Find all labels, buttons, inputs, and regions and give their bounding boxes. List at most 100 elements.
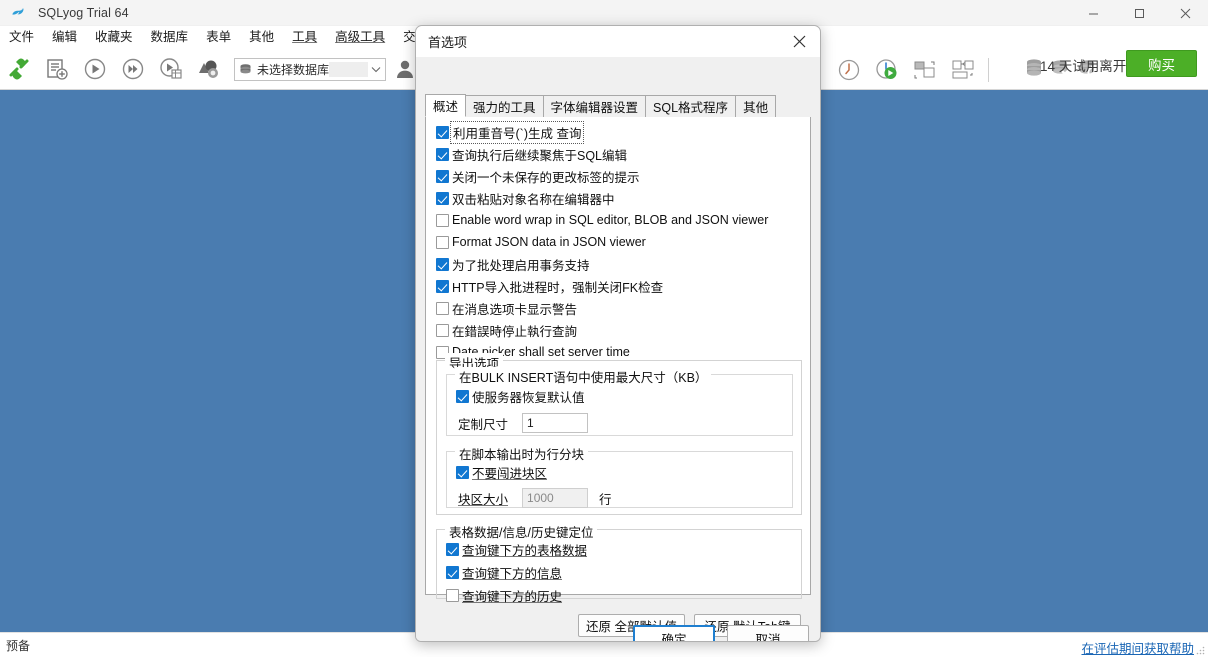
checkbox-row-dblclick-paste[interactable]: 双击粘贴对象名称在编辑器中 <box>436 189 806 207</box>
checkbox-label-format-json: Format JSON data in JSON viewer <box>452 235 646 249</box>
preferences-dialog: 首选项 概述 强力的工具 字体编辑器设置 SQL格式程序 其他 利用重音号(`)… <box>415 25 821 642</box>
keys-location-title: 表格数据/信息/历史键定位 <box>445 522 598 541</box>
menu-favorites[interactable]: 收藏夹 <box>86 27 142 48</box>
minimize-button[interactable] <box>1070 0 1116 26</box>
checkbox-row-batch-transaction[interactable]: 为了批处理启用事务支持 <box>436 255 806 273</box>
tab-font-editor[interactable]: 字体编辑器设置 <box>542 95 647 117</box>
chunk-size-input[interactable] <box>522 488 589 508</box>
checkbox-row-key-history[interactable]: 查询键下方的历史 <box>446 586 801 604</box>
menu-tools[interactable]: 工具 <box>283 27 326 48</box>
tab-other[interactable]: 其他 <box>735 95 777 117</box>
checkbox-key-table-data[interactable] <box>446 542 459 556</box>
toolbar-right-group <box>830 49 995 90</box>
close-button[interactable] <box>1162 0 1208 26</box>
window-controls <box>1070 0 1208 26</box>
checkbox-key-info[interactable] <box>446 565 459 579</box>
database-selector-shade <box>329 61 368 77</box>
checkbox-row-prompt-unsaved[interactable]: 关闭一个未保存的更改标签的提示 <box>436 167 806 185</box>
checkbox-http-fk-check[interactable] <box>436 279 449 293</box>
bulk-insert-group: 在BULK INSERT语句中使用最大尺寸（KB） 使服务器恢复默认值 定制尺寸 <box>446 367 793 436</box>
title-bar: SQLyog Trial 64 <box>0 0 1208 26</box>
window-title: SQLyog Trial 64 <box>38 5 129 20</box>
checkbox-no-chunk[interactable] <box>456 465 469 479</box>
checkbox-row-format-json[interactable]: Format JSON data in JSON viewer <box>436 233 806 251</box>
checkbox-label-dblclick-paste: 双击粘贴对象名称在编辑器中 <box>452 192 615 207</box>
resize-grip-icon[interactable] <box>1194 643 1206 655</box>
checkbox-row-no-chunk[interactable]: 不要闯进块区 <box>456 463 792 481</box>
chevron-down-icon[interactable] <box>368 66 386 73</box>
checkbox-stop-on-error[interactable] <box>436 323 449 337</box>
menu-table[interactable]: 表单 <box>197 27 240 48</box>
checkbox-prompt-unsaved[interactable] <box>436 169 449 183</box>
tab-powertools[interactable]: 强力的工具 <box>465 95 544 117</box>
status-text: 预备 <box>6 638 31 653</box>
checkbox-label-stop-on-error: 在錯誤時停止執行查詢 <box>452 324 578 339</box>
menu-file[interactable]: 文件 <box>0 27 43 48</box>
menu-database[interactable]: 数据库 <box>142 27 198 48</box>
new-query-tab-icon[interactable] <box>40 52 74 86</box>
checkbox-dblclick-paste[interactable] <box>436 191 449 205</box>
menu-other[interactable]: 其他 <box>240 27 283 48</box>
checkbox-row-server-defaults[interactable]: 使服务器恢复默认值 <box>456 387 792 405</box>
dialog-title-bar: 首选项 <box>416 26 820 57</box>
application-window: SQLyog Trial 64 文件 编辑 收藏夹 数据库 表单 其他 工具 高… <box>0 0 1208 657</box>
custom-size-input[interactable] <box>522 413 589 433</box>
custom-size-label: 定制尺寸 <box>458 417 509 432</box>
toolbar-separator <box>988 57 989 82</box>
checkbox-label-key-table-data: 查询键下方的表格数据 <box>462 543 588 558</box>
database-icon <box>239 63 252 76</box>
checkbox-label-http-fk-check: HTTP导入批进程时，强制关闭FK检查 <box>452 280 664 295</box>
checkbox-backtick-queries[interactable] <box>436 125 449 139</box>
checkbox-keep-focus-sql[interactable] <box>436 147 449 161</box>
trial-status-group: 14 天试用离开 <box>1022 49 1126 90</box>
checkbox-row-key-info[interactable]: 查询键下方的信息 <box>446 563 801 581</box>
checkbox-row-word-wrap[interactable]: Enable word wrap in SQL editor, BLOB and… <box>436 211 806 229</box>
keys-location-group: 表格数据/信息/历史键定位 查询键下方的表格数据 查询键下方的信息 查询键下方的… <box>436 522 802 604</box>
trial-days-text: 14 天试用离开 <box>1040 59 1127 74</box>
checkbox-row-key-table-data[interactable]: 查询键下方的表格数据 <box>446 540 801 558</box>
export-options-group: 导出选项 在BULK INSERT语句中使用最大尺寸（KB） 使服务器恢复默认值… <box>436 353 802 515</box>
checkbox-show-warnings[interactable] <box>436 301 449 315</box>
checkbox-label-server-defaults: 使服务器恢复默认值 <box>472 390 585 405</box>
execute-query-and-edit-icon[interactable] <box>154 52 188 86</box>
ok-button[interactable]: 确定 <box>633 625 715 641</box>
database-selector[interactable]: 未选择数据库 <box>234 57 386 81</box>
menu-powertools[interactable]: 高级工具 <box>326 27 394 48</box>
tile-vertical-icon[interactable] <box>946 53 980 87</box>
checkbox-batch-transaction[interactable] <box>436 257 449 271</box>
checkbox-key-history[interactable] <box>446 588 459 602</box>
custom-size-row: 定制尺寸 <box>458 413 792 433</box>
checkbox-format-json[interactable] <box>436 235 449 249</box>
checkbox-row-keep-focus-sql[interactable]: 查询执行后继续聚焦于SQL编辑 <box>436 145 806 163</box>
help-link[interactable]: 在评估期间获取帮助 <box>1081 638 1194 657</box>
query-history-icon[interactable] <box>832 53 866 87</box>
new-connection-icon[interactable] <box>2 52 36 86</box>
tab-overview[interactable]: 概述 <box>425 94 467 117</box>
execute-all-queries-icon[interactable] <box>116 52 150 86</box>
checkbox-server-defaults[interactable] <box>456 389 469 403</box>
chunk-size-unit: 行 <box>599 492 612 507</box>
checkbox-row-http-fk-check[interactable]: HTTP导入批进程时，强制关闭FK检查 <box>436 277 806 295</box>
tab-sql-formatter[interactable]: SQL格式程序 <box>645 95 737 117</box>
checkbox-row-show-warnings[interactable]: 在消息选项卡显示警告 <box>436 299 806 317</box>
dolphin-icon <box>6 1 30 25</box>
stop-query-icon[interactable] <box>192 52 226 86</box>
checkbox-row-stop-on-error[interactable]: 在錯誤時停止執行查詢 <box>436 321 806 339</box>
chunk-output-group: 在脚本输出时为行分块 不要闯进块区 块区大小 行 <box>446 444 793 508</box>
scheduled-query-icon[interactable] <box>870 53 904 87</box>
checkbox-row-backtick-queries[interactable]: 利用重音号(`)生成 查询 <box>436 120 806 144</box>
execute-query-icon[interactable] <box>78 52 112 86</box>
dialog-tabs: 概述 强力的工具 字体编辑器设置 SQL格式程序 其他 <box>425 94 811 118</box>
maximize-button[interactable] <box>1116 0 1162 26</box>
close-icon[interactable] <box>778 26 820 57</box>
chunk-size-row: 块区大小 行 <box>458 488 792 508</box>
checkbox-label-show-warnings: 在消息选项卡显示警告 <box>452 302 578 317</box>
cancel-button[interactable]: 取消 <box>727 625 809 641</box>
database-selector-value: 未选择数据库 <box>257 62 330 77</box>
buy-button[interactable]: 购买 <box>1126 50 1197 77</box>
checkbox-word-wrap[interactable] <box>436 213 449 227</box>
checkbox-label-batch-transaction: 为了批处理启用事务支持 <box>452 258 590 273</box>
menu-edit[interactable]: 编辑 <box>43 27 86 48</box>
chunk-output-title: 在脚本输出时为行分块 <box>455 444 589 463</box>
tile-horizontal-icon[interactable] <box>908 53 942 87</box>
